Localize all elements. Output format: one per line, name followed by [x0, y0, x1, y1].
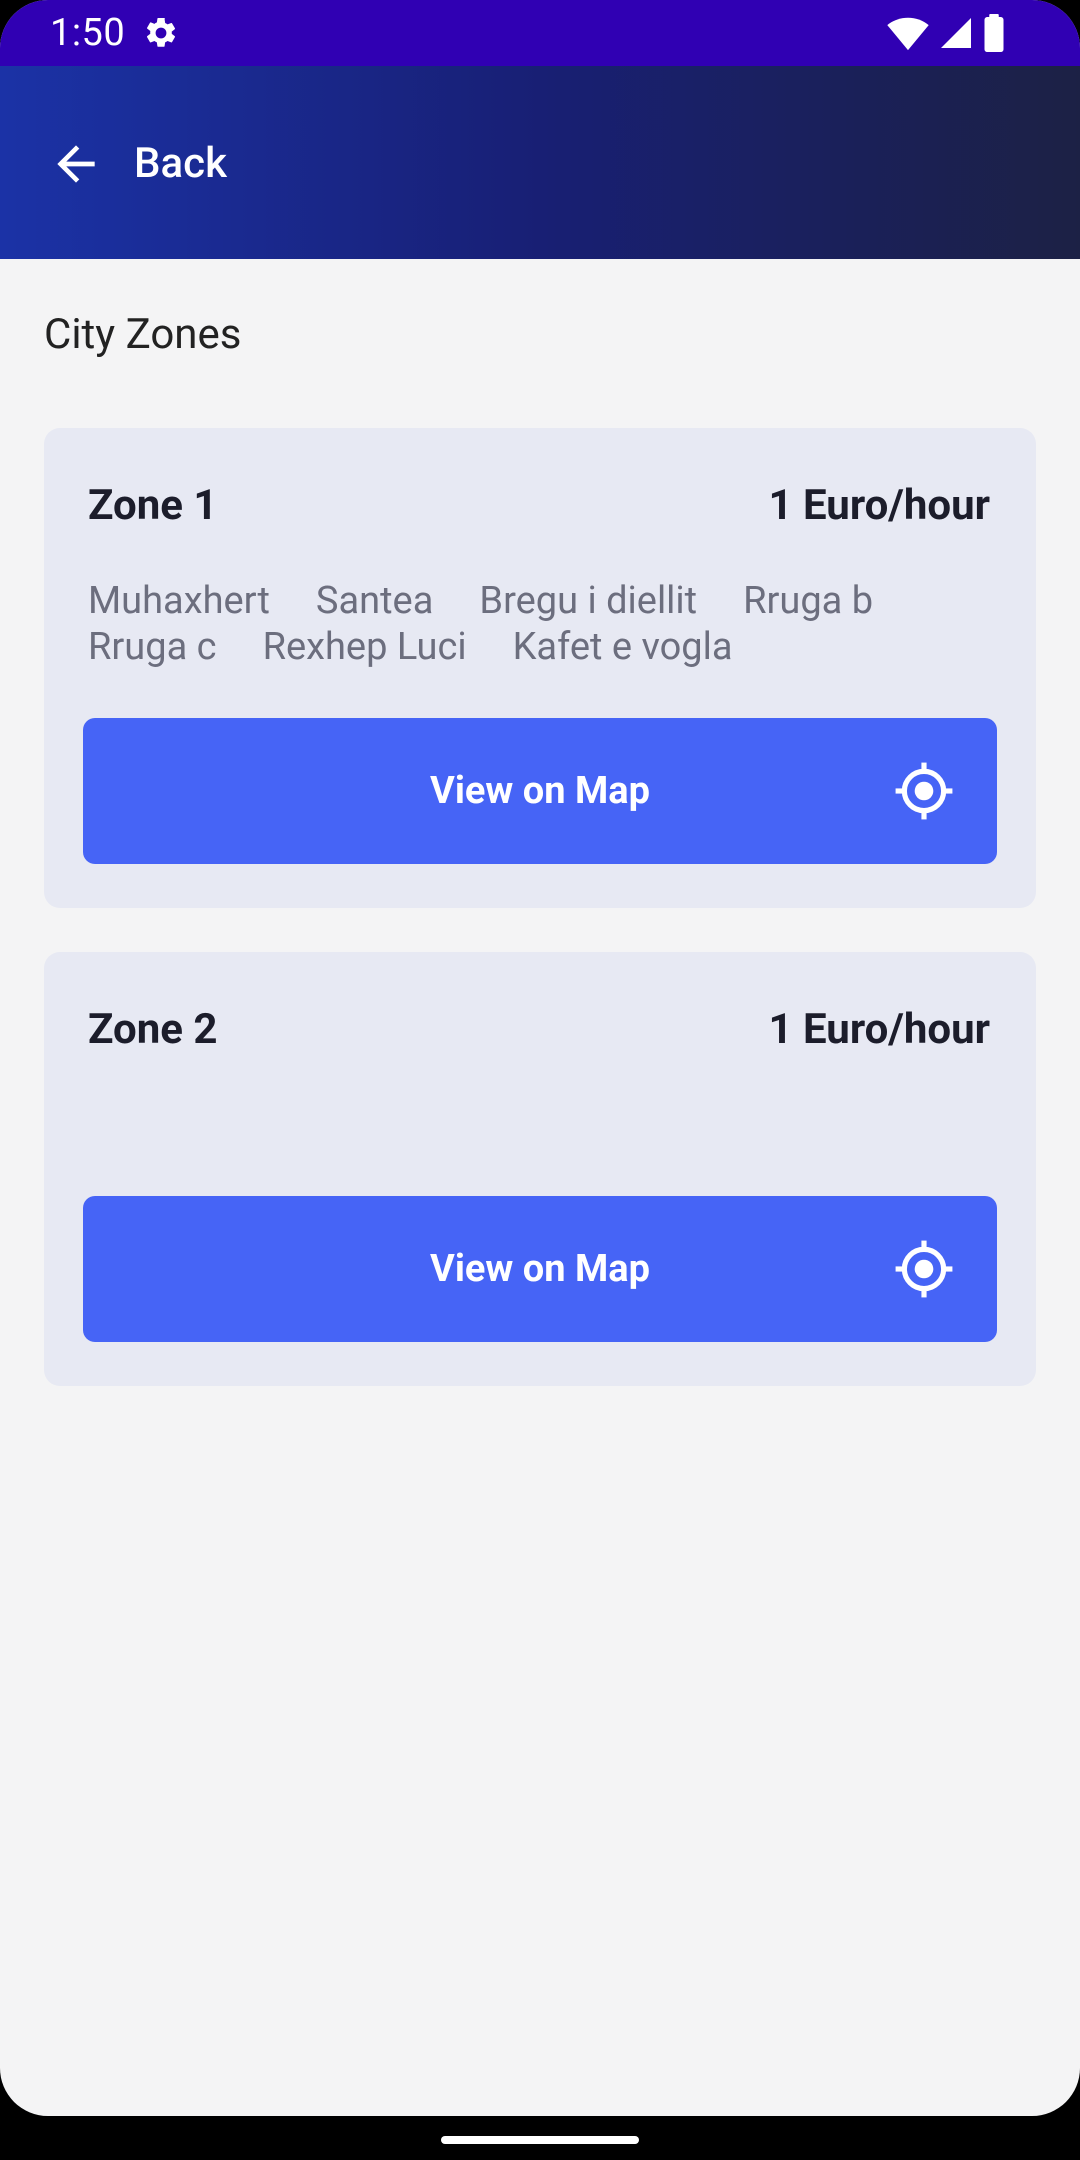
zone-name: Zone 1 [88, 481, 218, 530]
page-title: City Zones [44, 310, 242, 359]
view-on-map-button[interactable]: View on Map [83, 1196, 997, 1342]
back-label: Back [134, 139, 227, 188]
zone-card-1: Zone 1 1 Euro/hour Muhaxhert Santea Bregu … [44, 428, 1036, 908]
street-label: Rexhep Luci [262, 625, 467, 669]
location-target-icon [895, 1240, 953, 1298]
view-on-map-button[interactable]: View on Map [83, 718, 997, 864]
street-label: Kafet e vogla [512, 625, 733, 669]
arrow-left-icon [57, 145, 95, 183]
zone-price: 1 Euro/hour [768, 481, 990, 530]
wifi-icon [887, 17, 929, 51]
view-on-map-label: View on Map [430, 769, 650, 813]
back-button[interactable]: Back [48, 132, 227, 196]
app-bar: Back [0, 66, 1080, 259]
battery-icon [984, 14, 1004, 52]
view-on-map-label: View on Map [430, 1247, 650, 1291]
location-target-icon [895, 762, 953, 820]
street-label: Rruga c [88, 625, 217, 669]
street-label: Muhaxhert [88, 579, 270, 623]
zone-card-2: Zone 2 1 Euro/hour View on Map [44, 952, 1036, 1386]
zone-name: Zone 2 [88, 1005, 218, 1054]
street-label: Rruga b [743, 579, 874, 623]
street-label: Santea [315, 579, 434, 623]
zone-streets: Muhaxhert Santea Bregu i diellit Rruga b Rru… [88, 578, 968, 670]
app-screen: 1:50 Back City Zones Zone 1 1 Euro/hour … [0, 0, 1080, 2116]
status-time: 1:50 [50, 11, 126, 55]
settings-gear-icon [146, 17, 176, 47]
street-label: Bregu i diellit [479, 579, 698, 623]
zone-price: 1 Euro/hour [768, 1005, 990, 1054]
status-bar: 1:50 [0, 0, 1080, 66]
status-indicators [886, 14, 1006, 52]
signal-icon [941, 18, 971, 48]
navigation-handle[interactable] [441, 2136, 639, 2144]
